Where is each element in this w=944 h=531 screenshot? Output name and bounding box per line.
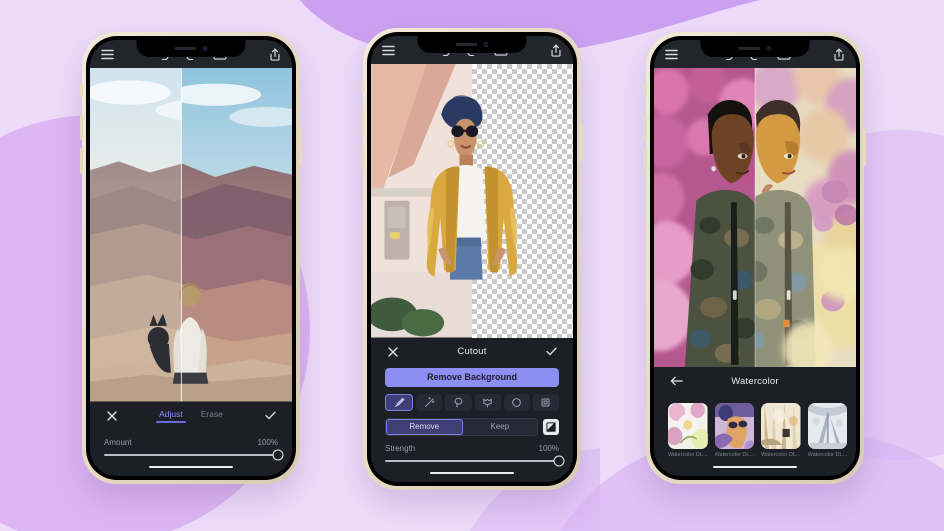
- home-indicator-area: [90, 458, 292, 476]
- lasso-tool-icon[interactable]: [445, 393, 472, 411]
- photo-canvas-adjust[interactable]: [90, 68, 292, 402]
- invert-selection-icon[interactable]: [543, 418, 559, 435]
- polygon-lasso-tool-icon[interactable]: [474, 393, 501, 411]
- share-icon[interactable]: [833, 48, 845, 61]
- remove-mode-button[interactable]: Remove: [386, 418, 463, 435]
- preset-thumbnail: [807, 403, 848, 449]
- rectangle-tool-icon[interactable]: [532, 393, 560, 411]
- silent-switch[interactable]: [80, 84, 83, 97]
- hamburger-menu-icon[interactable]: [665, 49, 678, 60]
- preset-item[interactable]: Watercolor DL...: [668, 403, 708, 458]
- photo-canvas-cutout[interactable]: [371, 64, 573, 338]
- volume-up-button[interactable]: [361, 110, 364, 136]
- volume-down-button[interactable]: [361, 144, 364, 170]
- amount-slider-track[interactable]: [104, 449, 284, 461]
- watercolor-preset-list: Watercolor DL... Watercolor DL... Waterc…: [668, 403, 848, 458]
- home-indicator-area: [654, 458, 856, 476]
- preset-thumbnail: [668, 403, 708, 449]
- remove-keep-segmented: Remove Keep: [385, 417, 538, 436]
- preset-thumbnail: [714, 403, 755, 449]
- adjust-panel: Adjust Erase Amount 100%: [90, 401, 292, 461]
- confirm-check-icon[interactable]: [262, 411, 278, 420]
- adjust-panel-header: Adjust Erase: [104, 402, 278, 430]
- strength-value: 100%: [538, 443, 559, 453]
- cutout-panel-header: Cutout: [385, 338, 559, 366]
- power-button[interactable]: [299, 128, 302, 166]
- canyon-photo: [90, 68, 292, 402]
- front-camera: [202, 46, 208, 51]
- cutout-title: Cutout: [457, 346, 487, 357]
- share-icon[interactable]: [269, 48, 281, 61]
- watercolor-panel: Watercolor Watercolor DL... Watercolor D…: [654, 367, 856, 458]
- phone-adjust: Adjust Erase Amount 100%: [80, 32, 302, 484]
- ellipse-tool-icon[interactable]: [503, 393, 530, 411]
- power-button[interactable]: [863, 128, 866, 166]
- front-camera: [483, 42, 489, 47]
- preset-item[interactable]: Watercolor DL...: [761, 403, 801, 458]
- phone-cutout: Cutout Remove Background Remove Keep Str…: [361, 28, 583, 490]
- hamburger-menu-icon[interactable]: [382, 45, 395, 56]
- device-notch: [417, 36, 527, 53]
- home-indicator[interactable]: [712, 465, 798, 469]
- volume-up-button[interactable]: [80, 114, 83, 140]
- volume-down-button[interactable]: [80, 148, 83, 174]
- power-button[interactable]: [580, 124, 583, 162]
- phone-watercolor: Watercolor Watercolor DL... Watercolor D…: [644, 32, 866, 484]
- keep-mode-button[interactable]: Keep: [463, 419, 538, 435]
- device-notch: [136, 40, 246, 57]
- home-indicator[interactable]: [429, 471, 515, 475]
- flowers-portrait-photo: [654, 68, 856, 367]
- silent-switch[interactable]: [644, 84, 647, 97]
- volume-up-button[interactable]: [644, 114, 647, 140]
- close-icon[interactable]: [104, 410, 120, 421]
- earpiece-speaker: [455, 43, 478, 46]
- strength-slider-row: Strength 100%: [385, 436, 565, 467]
- amount-slider-row: Amount 100%: [104, 430, 284, 461]
- photo-canvas-watercolor[interactable]: [654, 68, 856, 367]
- amount-value: 100%: [257, 437, 278, 447]
- preset-thumbnail: [761, 403, 801, 449]
- home-indicator[interactable]: [148, 465, 234, 469]
- earpiece-speaker: [738, 47, 761, 50]
- strength-slider-knob[interactable]: [553, 455, 565, 467]
- preset-item[interactable]: Watercolor DL...: [807, 403, 848, 458]
- amount-label: Amount: [104, 437, 132, 447]
- strength-label: Strength: [385, 443, 416, 453]
- front-camera: [766, 46, 772, 51]
- cutout-panel: Cutout Remove Background Remove Keep Str…: [371, 337, 573, 467]
- silent-switch[interactable]: [361, 80, 364, 93]
- remove-background-button[interactable]: Remove Background: [385, 367, 559, 387]
- adjust-erase-tabs: Adjust Erase: [156, 409, 223, 423]
- woman-cutout-photo: [371, 64, 518, 338]
- share-icon[interactable]: [550, 44, 562, 57]
- earpiece-speaker: [174, 47, 197, 50]
- magic-wand-tool-icon[interactable]: [416, 393, 443, 411]
- tab-erase[interactable]: Erase: [201, 409, 223, 423]
- volume-down-button[interactable]: [644, 148, 647, 174]
- amount-slider-knob[interactable]: [272, 449, 284, 461]
- hamburger-menu-icon[interactable]: [101, 49, 114, 60]
- brush-tool-icon[interactable]: [385, 393, 414, 411]
- watercolor-panel-header: Watercolor: [668, 367, 842, 395]
- watercolor-title: Watercolor: [731, 375, 779, 387]
- tab-adjust[interactable]: Adjust: [156, 409, 186, 423]
- cutout-tool-row: [385, 393, 560, 411]
- device-notch: [700, 40, 810, 57]
- strength-slider-track[interactable]: [385, 455, 565, 467]
- preset-item[interactable]: Watercolor DL...: [714, 403, 755, 458]
- remove-keep-row: Remove Keep: [385, 417, 559, 436]
- home-indicator-area: [371, 464, 573, 482]
